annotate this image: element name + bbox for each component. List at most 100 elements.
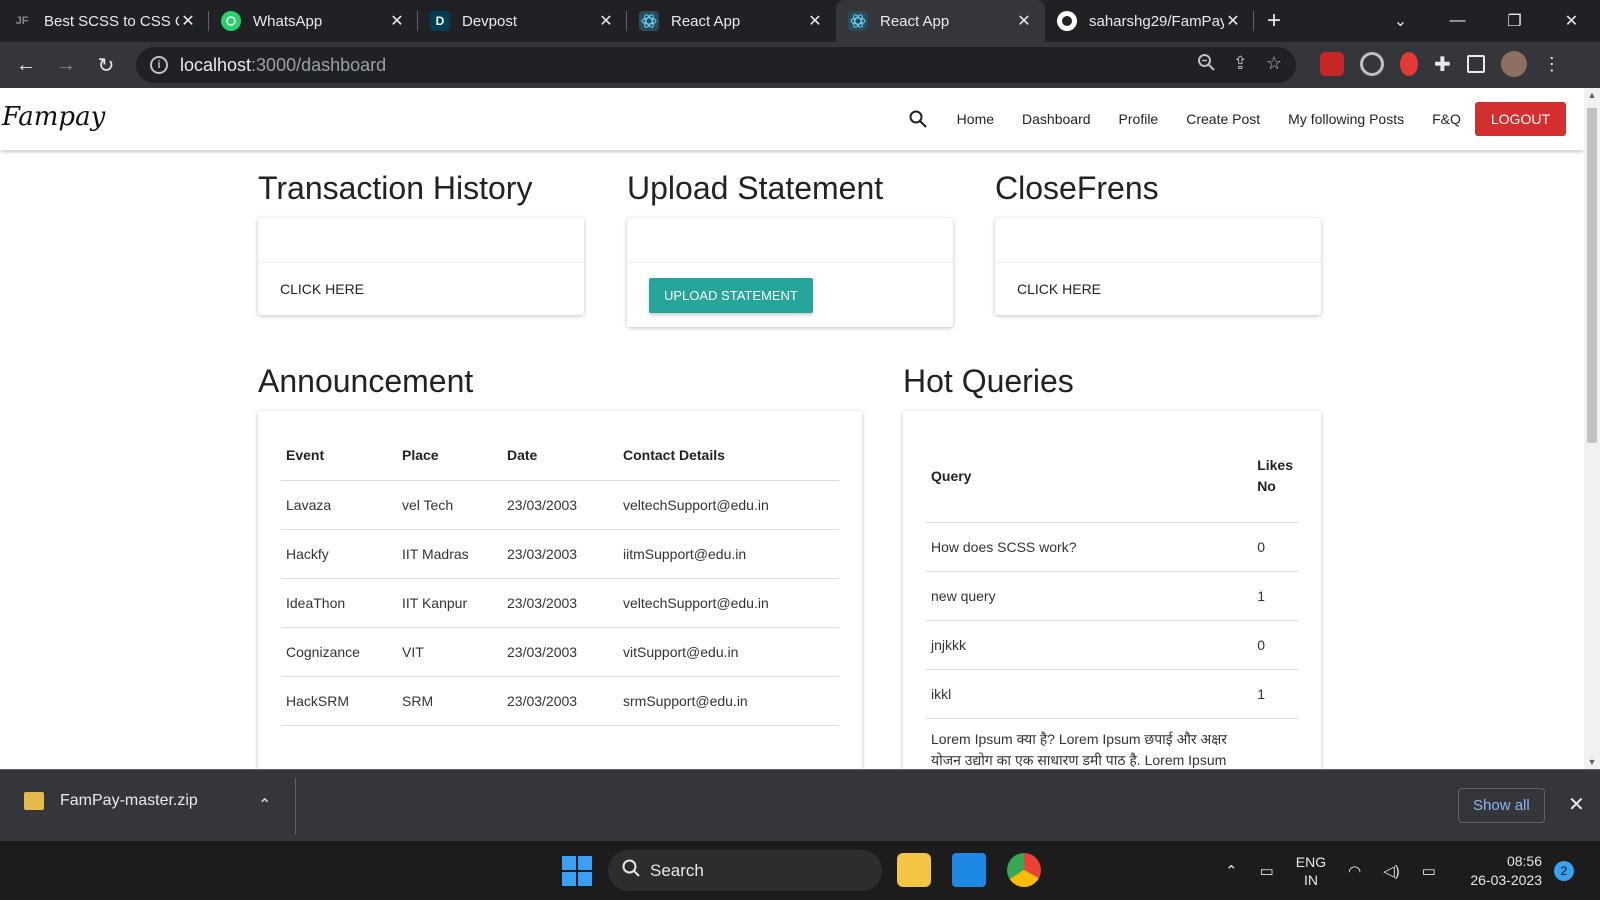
taskbar-search-label: Search — [650, 860, 704, 880]
notification-badge[interactable]: 2 — [1554, 861, 1574, 881]
nav-dashboard[interactable]: Dashboard — [1022, 111, 1091, 127]
address-bar[interactable]: i localhost:3000/dashboard ⇪ ☆ — [136, 47, 1296, 83]
vscode-icon[interactable] — [952, 853, 986, 887]
close-window-icon[interactable]: ✕ — [1543, 11, 1600, 31]
contact-cell: veltechSupport@edu.in — [618, 480, 839, 530]
hot-queries-card: Query Likes No How does SCSS work? 0 new… — [903, 411, 1321, 769]
date-cell: 23/03/2003 — [502, 627, 618, 677]
search-icon[interactable] — [909, 110, 927, 128]
tab-title: Devpost — [462, 12, 518, 30]
site-info-icon[interactable]: i — [150, 56, 168, 74]
likes-cell: 0 — [1252, 522, 1298, 572]
close-icon[interactable]: ✕ — [1224, 11, 1242, 31]
windows-start-icon[interactable] — [562, 856, 592, 886]
forward-icon[interactable]: → — [46, 54, 86, 77]
browser-tab-5-active[interactable]: React App ✕ — [836, 0, 1045, 42]
hot-queries-table: Query Likes No How does SCSS work? 0 new… — [926, 431, 1298, 719]
bookmark-star-icon[interactable]: ☆ — [1266, 53, 1282, 76]
closefrens-title: CloseFrens — [995, 170, 1159, 206]
scroll-down-icon[interactable]: ▼ — [1584, 757, 1600, 767]
volume-icon[interactable]: ◁) — [1383, 862, 1400, 880]
file-explorer-icon[interactable] — [897, 853, 931, 887]
zoom-icon[interactable] — [1197, 53, 1215, 76]
col-likes-label: Likes — [1257, 457, 1293, 474]
extension-target-icon[interactable] — [1360, 52, 1384, 76]
clock-time: 08:56 — [1506, 853, 1542, 869]
battery-icon[interactable]: ▭ — [1422, 862, 1436, 880]
app-logo[interactable]: Fampay — [2, 102, 105, 132]
clock[interactable]: 08:56 26-03-2023 — [1462, 852, 1542, 890]
table-row: Cognizance VIT 23/03/2003 vitSupport@edu… — [281, 627, 839, 677]
profile-avatar[interactable] — [1500, 51, 1527, 77]
date-cell: 23/03/2003 — [502, 529, 618, 579]
closefrens-click-here-link[interactable]: CLICK HERE — [995, 263, 1321, 315]
search-icon — [622, 859, 640, 882]
close-icon[interactable]: ✕ — [1568, 792, 1585, 817]
transaction-history-title: Transaction History — [258, 170, 533, 206]
app-navbar: Fampay Home Dashboard Profile Create Pos… — [0, 88, 1584, 150]
clock-date: 26-03-2023 — [1470, 872, 1542, 888]
zip-file-icon — [24, 792, 44, 810]
table-row: IdeaThon IIT Kanpur 23/03/2003 veltechSu… — [281, 578, 839, 628]
event-cell: Cognizance — [281, 627, 397, 677]
date-cell: 23/03/2003 — [502, 676, 618, 726]
touch-keyboard-icon[interactable]: ▭ — [1260, 862, 1274, 880]
back-icon[interactable]: ← — [6, 54, 46, 77]
language-indicator[interactable]: ENG IN — [1296, 853, 1326, 889]
chevron-up-icon[interactable]: ⌃ — [258, 795, 271, 815]
nav-faq[interactable]: F&Q — [1432, 111, 1461, 127]
scrollbar-thumb[interactable] — [1587, 108, 1597, 443]
menu-icon[interactable]: ⋮ — [1543, 54, 1561, 75]
reload-icon[interactable]: ↻ — [86, 53, 126, 78]
extension-hand-icon[interactable] — [1400, 52, 1418, 76]
logout-button[interactable]: LOGOUT — [1474, 102, 1566, 136]
page-scrollbar[interactable]: ▲ ▼ — [1584, 88, 1600, 769]
nav-create-post[interactable]: Create Post — [1186, 111, 1260, 127]
tab-search-icon[interactable]: ⌄ — [1372, 11, 1429, 31]
wifi-icon[interactable]: ◠ — [1348, 862, 1361, 880]
transaction-click-here-link[interactable]: CLICK HERE — [258, 263, 584, 315]
region-label: IN — [1303, 872, 1318, 888]
close-icon[interactable]: ✕ — [179, 11, 197, 31]
close-icon[interactable]: ✕ — [1015, 11, 1033, 31]
table-header-row: Event Place Date Contact Details — [281, 431, 839, 481]
announcement-title: Announcement — [258, 363, 474, 399]
minimize-icon[interactable]: — — [1429, 12, 1486, 30]
new-tab-button[interactable]: + — [1254, 0, 1294, 42]
place-cell: SRM — [397, 676, 502, 726]
upload-statement-button[interactable]: UPLOAD STATEMENT — [649, 278, 813, 313]
browser-tab-4[interactable]: React App ✕ — [627, 0, 836, 42]
nav-profile[interactable]: Profile — [1119, 111, 1159, 127]
puzzle-icon[interactable]: ✚ — [1434, 52, 1451, 77]
windows-taskbar: Search ⌃ ▭ ENG IN ◠ ◁) ▭ 08:56 26-03-202… — [0, 841, 1600, 900]
browser-tab-3[interactable]: D Devpost ✕ — [418, 0, 627, 42]
show-all-button[interactable]: Show all — [1458, 788, 1545, 823]
close-icon[interactable]: ✕ — [388, 11, 406, 31]
tab-title: WhatsApp — [253, 12, 323, 30]
table-row: new query 1 — [926, 571, 1298, 621]
extension-red-icon[interactable] — [1320, 52, 1344, 76]
likes-cell: 1 — [1252, 571, 1298, 621]
restore-icon[interactable]: ❐ — [1486, 11, 1543, 31]
browser-tab-2[interactable]: WhatsApp ✕ — [209, 0, 418, 42]
close-icon[interactable]: ✕ — [806, 11, 824, 31]
jsonformatter-icon: JF — [12, 11, 32, 31]
share-icon[interactable]: ⇪ — [1233, 53, 1248, 76]
col-date: Date — [502, 431, 618, 481]
taskbar-search[interactable]: Search — [608, 850, 882, 891]
chrome-icon[interactable] — [1007, 853, 1041, 887]
close-icon[interactable]: ✕ — [597, 11, 615, 31]
react-icon — [639, 11, 659, 31]
nav-my-following-posts[interactable]: My following Posts — [1288, 111, 1404, 127]
nav-home[interactable]: Home — [957, 111, 994, 127]
table-row: How does SCSS work? 0 — [926, 522, 1298, 572]
scroll-up-icon[interactable]: ▲ — [1584, 90, 1600, 100]
side-panel-icon[interactable] — [1466, 55, 1485, 73]
closefrens-card: CLICK HERE — [995, 218, 1321, 315]
place-cell: IIT Madras — [397, 529, 502, 579]
browser-tab-1[interactable]: JF Best SCSS to CSS C ✕ — [0, 0, 209, 42]
devpost-icon: D — [430, 11, 450, 31]
download-item[interactable]: FamPay-master.zip — [24, 792, 198, 810]
browser-tab-6[interactable]: saharshg29/FamPay ✕ — [1045, 0, 1254, 42]
chevron-up-icon[interactable]: ⌃ — [1225, 862, 1238, 880]
